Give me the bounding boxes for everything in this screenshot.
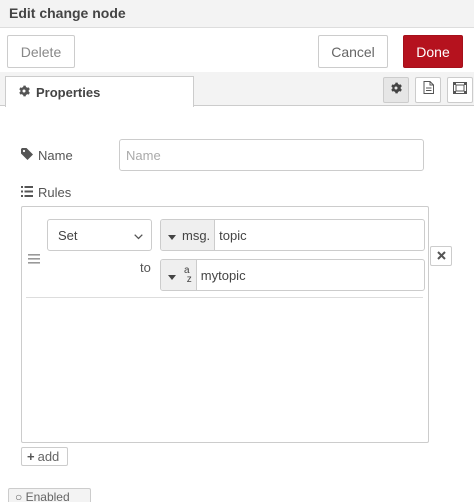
rules-label: Rules <box>21 182 71 202</box>
rule-value-input[interactable]: a z mytopic <box>160 259 425 291</box>
circle-icon: ○ <box>15 490 23 502</box>
cancel-button[interactable]: Cancel <box>318 35 388 68</box>
plus-icon: + <box>27 449 35 464</box>
caret-down-icon <box>168 268 176 283</box>
caret-down-icon <box>168 228 176 243</box>
gear-icon <box>18 85 30 100</box>
value-type-selector[interactable]: a z <box>161 260 197 290</box>
chevron-down-icon <box>134 228 143 243</box>
tab-properties[interactable]: Properties <box>5 76 194 107</box>
string-type-icon: a z <box>184 266 192 285</box>
name-label: Name <box>21 145 73 165</box>
rule-action-select[interactable]: Set <box>47 219 152 251</box>
string-type-glyph-bottom: z <box>186 274 192 285</box>
rule-divider <box>26 297 423 298</box>
drag-handle-icon[interactable] <box>28 251 40 264</box>
list-icon <box>21 185 38 200</box>
appearance-icon <box>453 81 467 99</box>
value-text[interactable]: mytopic <box>197 260 246 290</box>
add-rule-label: add <box>37 449 60 464</box>
done-button[interactable]: Done <box>403 35 463 68</box>
footer-toggle-label: Enabled <box>25 490 70 502</box>
document-icon <box>423 81 434 99</box>
property-type-selector[interactable]: msg. <box>161 220 216 250</box>
dialog-title: Edit change node <box>0 0 474 28</box>
rule-action-value: Set <box>58 227 78 243</box>
tab-properties-label: Properties <box>36 84 101 100</box>
delete-button[interactable]: Delete <box>7 35 75 68</box>
rules-label-text: Rules <box>38 184 72 200</box>
property-type-label: msg. <box>182 227 211 243</box>
add-rule-button[interactable]: + add <box>21 447 68 466</box>
to-label: to <box>140 260 151 275</box>
node-appearance-tab-button[interactable] <box>447 77 473 103</box>
footer-toggle-button[interactable]: ○ Enabled <box>8 488 91 502</box>
node-properties-tab-button[interactable] <box>383 77 409 103</box>
close-icon <box>436 247 446 265</box>
node-description-tab-button[interactable] <box>415 77 441 103</box>
tag-icon <box>21 147 38 163</box>
gear-icon <box>390 81 402 99</box>
remove-rule-button[interactable] <box>430 246 452 266</box>
rule-property-input[interactable]: msg. topic <box>160 219 425 251</box>
property-value[interactable]: topic <box>215 220 246 250</box>
name-label-text: Name <box>38 147 73 163</box>
name-input[interactable] <box>119 139 424 171</box>
